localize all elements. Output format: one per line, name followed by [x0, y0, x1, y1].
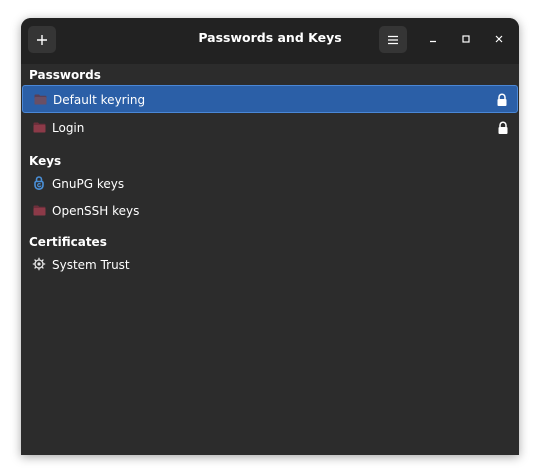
keys-item-openssh[interactable]: OpenSSH keys	[22, 197, 518, 225]
hamburger-menu-icon	[388, 35, 398, 44]
keyring-item-label: Default keyring	[53, 93, 146, 107]
keyring-item-label: Login	[52, 121, 85, 135]
keyring-item-default[interactable]: Default keyring	[22, 85, 518, 113]
keys-item-label: GnuPG keys	[52, 177, 125, 191]
folder-icon	[32, 120, 46, 134]
certificates-item-system-trust[interactable]: System Trust	[22, 251, 518, 279]
keys-item-label: OpenSSH keys	[52, 204, 140, 218]
close-icon	[495, 35, 503, 43]
section-certificates-title: Certificates	[29, 235, 107, 249]
folder-icon	[33, 92, 47, 106]
folder-icon	[32, 203, 46, 217]
gnupg-icon	[32, 176, 46, 190]
maximize-icon	[462, 35, 470, 43]
plus-icon	[37, 34, 47, 45]
section-passwords-title: Passwords	[29, 68, 101, 82]
keyring-sidebar: Passwords Default keyring Login Keys Gnu…	[21, 64, 519, 455]
maximize-button[interactable]	[455, 28, 477, 50]
certificate-gear-icon	[32, 257, 46, 271]
main-menu-button[interactable]	[379, 26, 407, 53]
header-bar: Passwords and Keys	[21, 18, 519, 64]
add-button[interactable]	[28, 26, 56, 53]
lock-icon[interactable]	[497, 121, 509, 135]
minimize-button[interactable]	[422, 28, 444, 50]
app-window: Passwords and Keys Passwords Default key…	[21, 18, 519, 455]
close-button[interactable]	[488, 28, 510, 50]
window-title: Passwords and Keys	[198, 30, 342, 45]
section-keys-title: Keys	[29, 154, 62, 168]
minimize-icon	[430, 40, 436, 43]
lock-icon[interactable]	[496, 93, 508, 107]
keys-item-gnupg[interactable]: GnuPG keys	[22, 170, 518, 198]
keyring-item-login[interactable]: Login	[22, 114, 518, 142]
certificates-item-label: System Trust	[52, 258, 130, 272]
